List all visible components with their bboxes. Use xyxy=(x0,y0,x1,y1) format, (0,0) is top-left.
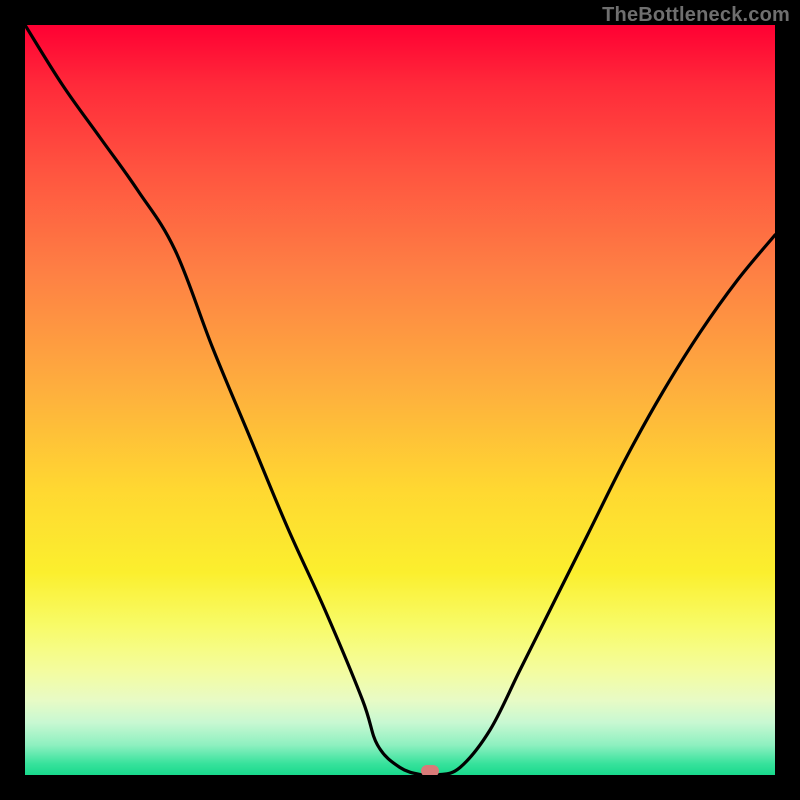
bottleneck-curve xyxy=(25,25,775,775)
curve-path xyxy=(25,25,775,775)
watermark-text: TheBottleneck.com xyxy=(602,4,790,27)
plot-area xyxy=(25,25,775,775)
optimum-marker xyxy=(421,765,439,775)
chart-frame: TheBottleneck.com xyxy=(0,0,800,800)
